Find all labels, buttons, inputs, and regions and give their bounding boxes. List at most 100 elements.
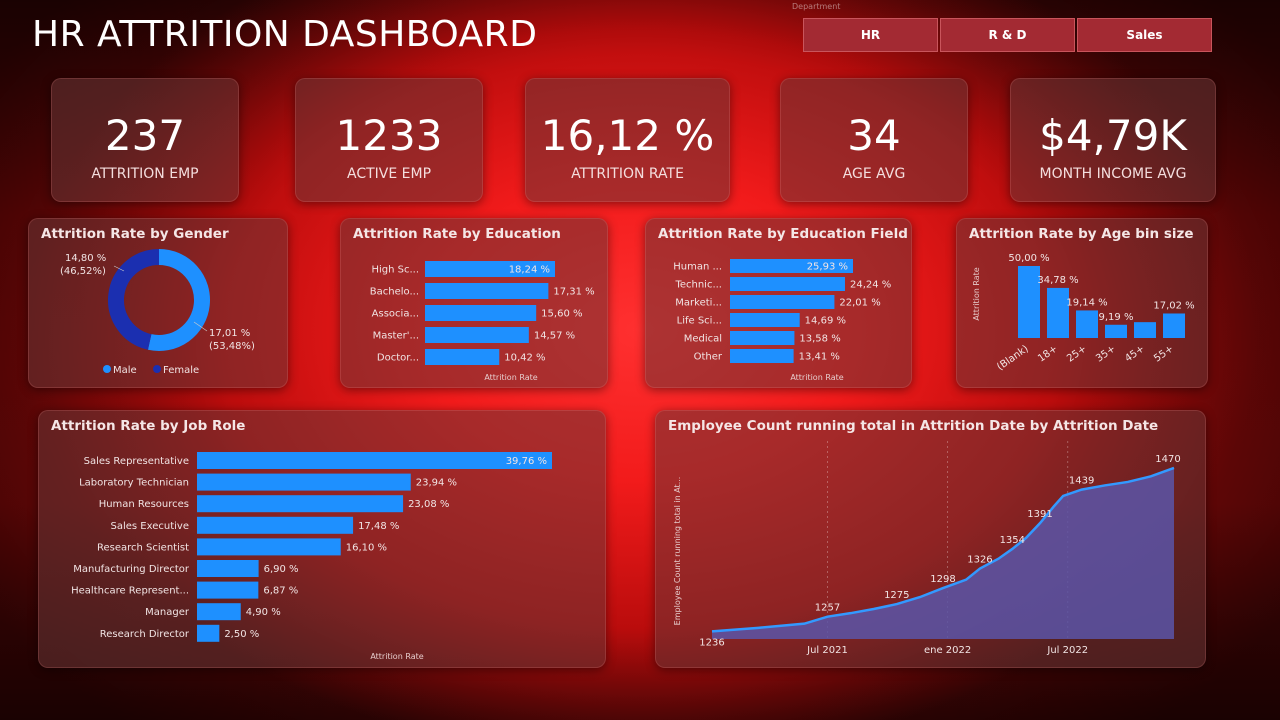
gender-donut-chart[interactable]: 17,01 % (53,48%) 14,80 % (46,52%) Male Female xyxy=(29,219,289,389)
data-label: 10,42 % xyxy=(504,353,545,364)
kpi-label: AGE AVG xyxy=(842,166,906,182)
bar xyxy=(730,349,794,363)
legend-marker xyxy=(103,365,111,373)
bar xyxy=(197,581,259,599)
category-label: Laboratory Technician xyxy=(79,478,189,489)
area-fill xyxy=(712,467,1174,639)
data-label: 17,01 % xyxy=(209,328,250,339)
category-label: Life Sci... xyxy=(677,316,722,327)
category-label: Medical xyxy=(684,334,722,345)
data-label: 22,01 % xyxy=(839,298,880,309)
data-label: (53,48%) xyxy=(209,341,255,352)
kpi-label: ATTRITION EMP xyxy=(91,166,199,182)
data-label: 1470 xyxy=(1155,454,1180,465)
bar xyxy=(730,313,800,327)
bar xyxy=(197,560,259,577)
category-label: Sales Executive xyxy=(111,521,189,532)
kpi-card-month-income-avg: $4,79K MONTH INCOME AVG xyxy=(1010,78,1216,202)
slicer-option-rd[interactable]: R & D xyxy=(940,18,1075,52)
panel-employee-running-total: Employee Count running total in Attritio… xyxy=(655,410,1206,668)
category-label: Manufacturing Director xyxy=(73,564,190,575)
panel-attrition-by-education-field: Attrition Rate by Education Field Human … xyxy=(645,218,912,388)
data-label: 16,10 % xyxy=(346,542,387,553)
y-axis-title: Attrition Rate xyxy=(972,267,981,320)
data-label: 1298 xyxy=(930,574,955,585)
bar xyxy=(425,327,529,343)
category-label: Technic... xyxy=(674,280,722,291)
data-label: 13,41 % xyxy=(799,352,840,363)
category-label: 35+ xyxy=(1094,343,1118,364)
category-label: (Blank) xyxy=(995,343,1031,373)
education-field-bar-chart[interactable]: Human ... 25,93 % Technic... 24,24 % Marketi… xyxy=(646,219,913,389)
bar xyxy=(197,624,220,642)
panel-attrition-by-education: Attrition Rate by Education High Sc... 18… xyxy=(340,218,608,388)
data-label: 6,90 % xyxy=(264,564,299,575)
data-label: 14,57 % xyxy=(534,331,575,342)
bar xyxy=(425,305,537,321)
category-label: Doctor... xyxy=(377,353,419,364)
panel-attrition-by-age-bin: Attrition Rate by Age bin size 50,00 % (B… xyxy=(956,218,1208,388)
data-label: 17,31 % xyxy=(553,287,594,298)
data-label: 14,69 % xyxy=(805,316,846,327)
data-label: 1236 xyxy=(699,637,724,648)
bar xyxy=(197,603,241,621)
category-label: High Sc... xyxy=(371,265,419,276)
category-label: Human ... xyxy=(673,262,722,273)
data-label: 25,93 % xyxy=(807,262,848,273)
x-axis-title: Attrition Rate xyxy=(790,373,843,382)
age-bin-column-chart[interactable]: 50,00 % (Blank) 34,78 % 18+ 19,14 % 25+ 9,19 %… xyxy=(957,219,1209,389)
data-label: 50,00 % xyxy=(1008,253,1049,264)
category-label: Research Director xyxy=(100,629,190,640)
panel-attrition-by-job-role: Attrition Rate by Job Role Sales Represe… xyxy=(38,410,606,668)
bar xyxy=(1105,324,1127,338)
data-label: 9,19 % xyxy=(1099,312,1134,323)
category-label: Master'... xyxy=(373,331,419,342)
bar xyxy=(197,495,404,513)
data-label: 24,24 % xyxy=(850,280,891,291)
slicer-option-sales[interactable]: Sales xyxy=(1077,18,1212,52)
data-label: 23,08 % xyxy=(408,499,449,510)
education-bar-chart[interactable]: High Sc... 18,24 % Bachelo... 17,31 % Associ… xyxy=(341,219,609,389)
bar xyxy=(425,283,549,299)
x-tick-label: ene 2022 xyxy=(924,645,971,656)
data-label: 18,24 % xyxy=(509,265,550,276)
bar xyxy=(1163,313,1185,338)
x-tick-label: Jul 2021 xyxy=(806,645,848,656)
bar xyxy=(1134,322,1156,338)
category-label: 55+ xyxy=(1152,343,1176,364)
x-axis-title: Attrition Rate xyxy=(484,373,537,382)
slicer-option-hr[interactable]: HR xyxy=(803,18,938,52)
bar xyxy=(730,331,795,345)
kpi-card-age-avg: 34 AGE AVG xyxy=(780,78,968,202)
x-axis-title: Attrition Rate xyxy=(370,652,423,661)
kpi-value: 16,12 % xyxy=(540,111,715,160)
kpi-card-active-emp: 1233 ACTIVE EMP xyxy=(295,78,483,202)
category-label: Bachelo... xyxy=(370,287,419,298)
data-label: 17,02 % xyxy=(1153,300,1194,311)
kpi-value: 34 xyxy=(847,111,901,160)
kpi-label: MONTH INCOME AVG xyxy=(1039,166,1187,182)
data-label: 34,78 % xyxy=(1037,275,1078,286)
data-label: 1354 xyxy=(1000,535,1025,546)
data-label: 15,60 % xyxy=(541,309,582,320)
data-label: 1257 xyxy=(815,603,840,614)
category-label: Research Scientist xyxy=(97,542,189,553)
running-total-area-chart[interactable]: Jul 2021 ene 2022 Jul 2022 1236 1257 1275 1298… xyxy=(656,411,1207,669)
legend-marker xyxy=(153,365,161,373)
department-slicer[interactable]: HR R & D Sales xyxy=(803,18,1214,52)
kpi-value: $4,79K xyxy=(1039,111,1187,160)
data-label: 1391 xyxy=(1027,509,1052,520)
page-title: HR ATTRITION DASHBOARD xyxy=(32,14,538,55)
bar xyxy=(425,349,500,365)
kpi-label: ACTIVE EMP xyxy=(346,166,432,182)
bar xyxy=(197,473,411,491)
donut-slice-male xyxy=(147,249,210,351)
category-label: Marketi... xyxy=(675,298,722,309)
data-label: 4,90 % xyxy=(246,607,281,618)
kpi-card-attrition-rate: 16,12 % ATTRITION RATE xyxy=(525,78,730,202)
category-label: 45+ xyxy=(1123,343,1147,364)
bar xyxy=(730,277,845,291)
bar xyxy=(1047,287,1069,338)
panel-attrition-by-gender: Attrition Rate by Gender 17,01 % (53,48%)… xyxy=(28,218,288,388)
job-role-bar-chart[interactable]: Sales Representative 39,76 % Laboratory Te… xyxy=(39,411,607,669)
